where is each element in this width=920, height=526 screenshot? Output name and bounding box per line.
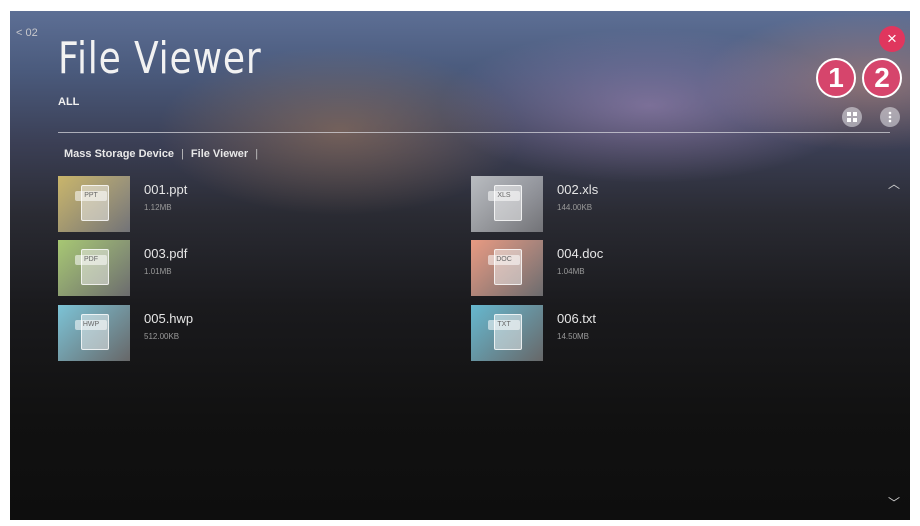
file-thumbnail: HWP	[58, 305, 130, 361]
file-item[interactable]: DOC 004.doc 1.04MB	[471, 240, 811, 296]
breadcrumb-item-file-viewer[interactable]: File Viewer	[191, 148, 248, 160]
file-item[interactable]: PDF 003.pdf 1.01MB	[58, 240, 398, 296]
grid-glyph	[847, 112, 857, 122]
back-button[interactable]: < 02	[16, 27, 38, 39]
file-thumbnail: PPT	[58, 176, 130, 232]
page-title: File Viewer	[58, 33, 262, 84]
file-thumbnail: PDF	[58, 240, 130, 296]
breadcrumb-separator: |	[255, 148, 259, 160]
header-divider	[58, 132, 890, 133]
close-icon[interactable]: ×	[879, 26, 905, 52]
file-name: 001.ppt	[144, 182, 188, 197]
file-type-tag: XLS	[488, 191, 520, 201]
grid-view-icon[interactable]	[842, 107, 862, 127]
chevron-up-icon[interactable]: ︿	[888, 175, 900, 192]
more-options-icon[interactable]	[880, 107, 900, 127]
file-size: 512.00KB	[144, 332, 180, 341]
file-item[interactable]: XLS 002.xls 144.00KB	[471, 176, 811, 232]
file-name: 003.pdf	[144, 246, 188, 261]
file-size: 144.00KB	[557, 203, 593, 212]
filter-label[interactable]: ALL	[58, 96, 79, 108]
file-thumbnail: TXT	[471, 305, 543, 361]
file-size: 1.01MB	[144, 267, 172, 276]
breadcrumb-separator: |	[181, 148, 184, 160]
file-item[interactable]: TXT 006.txt 14.50MB	[471, 305, 811, 361]
file-thumbnail: XLS	[471, 176, 543, 232]
file-size: 14.50MB	[557, 332, 590, 341]
file-item[interactable]: PPT 001.ppt 1.12MB	[58, 176, 398, 232]
file-type-tag: HWP	[75, 320, 107, 330]
file-size: 1.04MB	[557, 267, 585, 276]
file-name: 006.txt	[557, 311, 597, 326]
file-type-tag: DOC	[488, 255, 520, 265]
breadcrumb-item-storage[interactable]: Mass Storage Device	[64, 148, 174, 160]
file-viewer-screen: < 02 File Viewer ALL × 1 2 Mass Storage …	[10, 11, 910, 520]
file-name: 004.doc	[557, 246, 604, 261]
file-thumbnail: DOC	[471, 240, 543, 296]
file-type-tag: TXT	[488, 320, 520, 330]
callout-marker-1: 1	[816, 58, 856, 98]
options-glyph	[888, 111, 892, 123]
callout-marker-2: 2	[862, 58, 902, 98]
breadcrumb: Mass Storage Device | File Viewer |	[64, 148, 265, 160]
file-type-tag: PDF	[75, 255, 107, 265]
chevron-down-icon[interactable]: ﹀	[888, 494, 900, 511]
file-size: 1.12MB	[144, 203, 172, 212]
file-name: 002.xls	[557, 182, 599, 197]
file-name: 005.hwp	[144, 311, 194, 326]
file-item[interactable]: HWP 005.hwp 512.00KB	[58, 305, 398, 361]
file-type-tag: PPT	[75, 191, 107, 201]
